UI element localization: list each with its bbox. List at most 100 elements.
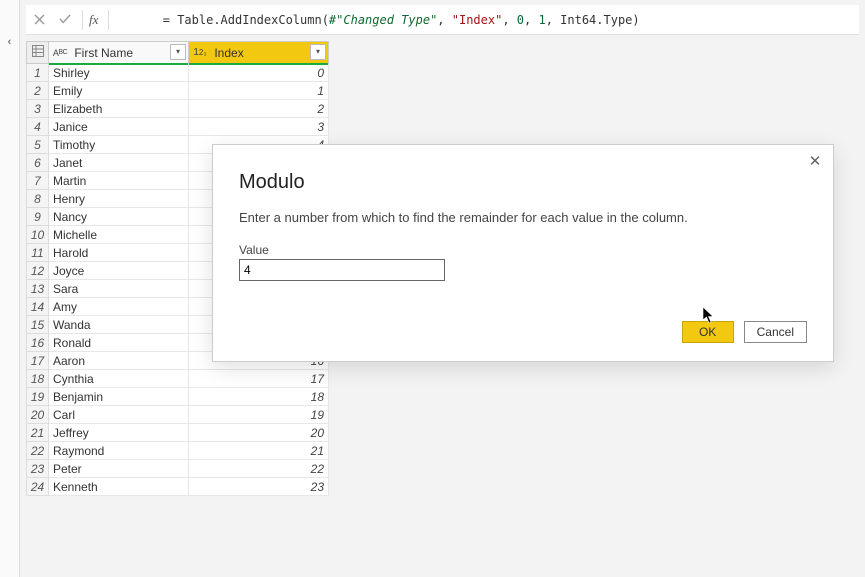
row-number[interactable]: 10 [27, 226, 49, 244]
cell-first-name[interactable]: Aaron [49, 352, 189, 370]
cell-index[interactable]: 18 [189, 388, 329, 406]
accept-formula-button[interactable] [54, 9, 76, 31]
column-header-index[interactable]: 12₃ Index ▾ [189, 42, 329, 64]
type-int-icon: 12₃ [191, 44, 209, 62]
divider [82, 10, 83, 30]
dialog-description: Enter a number from which to find the re… [239, 210, 807, 225]
table-row[interactable]: 19Benjamin18 [27, 388, 329, 406]
cell-index[interactable]: 19 [189, 406, 329, 424]
cell-first-name[interactable]: Amy [49, 298, 189, 316]
cell-first-name[interactable]: Henry [49, 190, 189, 208]
chevron-down-icon: ▾ [316, 48, 320, 56]
cell-first-name[interactable]: Ronald [49, 334, 189, 352]
row-number[interactable]: 17 [27, 352, 49, 370]
row-number[interactable]: 19 [27, 388, 49, 406]
cell-first-name[interactable]: Janice [49, 118, 189, 136]
divider [108, 10, 109, 30]
row-number[interactable]: 5 [27, 136, 49, 154]
column-name: Index [214, 46, 243, 60]
row-number[interactable]: 1 [27, 64, 49, 82]
select-all-cell[interactable] [27, 42, 49, 64]
cell-first-name[interactable]: Wanda [49, 316, 189, 334]
modulo-dialog: ✕ Modulo Enter a number from which to fi… [212, 144, 834, 362]
cell-index[interactable]: 2 [189, 100, 329, 118]
cell-first-name[interactable]: Carl [49, 406, 189, 424]
cell-index[interactable]: 0 [189, 64, 329, 82]
cancel-formula-button[interactable] [28, 9, 50, 31]
table-row[interactable]: 4Janice3 [27, 118, 329, 136]
chevron-down-icon: ▾ [176, 48, 180, 56]
cell-index[interactable]: 20 [189, 424, 329, 442]
cell-index[interactable]: 22 [189, 460, 329, 478]
table-icon [31, 44, 45, 58]
close-button[interactable]: ✕ [805, 151, 825, 171]
row-number[interactable]: 9 [27, 208, 49, 226]
cell-first-name[interactable]: Peter [49, 460, 189, 478]
column-filter-button[interactable]: ▾ [310, 44, 326, 60]
row-number[interactable]: 21 [27, 424, 49, 442]
table-row[interactable]: 3Elizabeth2 [27, 100, 329, 118]
row-number[interactable]: 23 [27, 460, 49, 478]
table-row[interactable]: 20Carl19 [27, 406, 329, 424]
cell-first-name[interactable]: Cynthia [49, 370, 189, 388]
dialog-title: Modulo [239, 171, 807, 194]
table-row[interactable]: 2Emily1 [27, 82, 329, 100]
column-quality-bar [49, 63, 188, 65]
cell-first-name[interactable]: Joyce [49, 262, 189, 280]
row-number[interactable]: 15 [27, 316, 49, 334]
cell-first-name[interactable]: Benjamin [49, 388, 189, 406]
column-filter-button[interactable]: ▾ [170, 44, 186, 60]
close-icon: ✕ [809, 152, 822, 170]
row-number[interactable]: 11 [27, 244, 49, 262]
column-header-first-name[interactable]: ABC First Name ▾ [49, 42, 189, 64]
table-row[interactable]: 23Peter22 [27, 460, 329, 478]
cell-first-name[interactable]: Janet [49, 154, 189, 172]
row-number[interactable]: 22 [27, 442, 49, 460]
row-number[interactable]: 18 [27, 370, 49, 388]
cell-first-name[interactable]: Martin [49, 172, 189, 190]
table-row[interactable]: 24Kenneth23 [27, 478, 329, 496]
table-row[interactable]: 18Cynthia17 [27, 370, 329, 388]
cell-index[interactable]: 23 [189, 478, 329, 496]
cell-first-name[interactable]: Sara [49, 280, 189, 298]
cell-index[interactable]: 1 [189, 82, 329, 100]
row-number[interactable]: 20 [27, 406, 49, 424]
formula-input[interactable]: = Table.AddIndexColumn(#"Changed Type", … [113, 0, 859, 41]
table-row[interactable]: 1Shirley0 [27, 64, 329, 82]
value-input[interactable] [239, 259, 445, 281]
cell-first-name[interactable]: Jeffrey [49, 424, 189, 442]
cell-first-name[interactable]: Michelle [49, 226, 189, 244]
row-number[interactable]: 3 [27, 100, 49, 118]
table-row[interactable]: 21Jeffrey20 [27, 424, 329, 442]
main-area: fx = Table.AddIndexColumn(#"Changed Type… [20, 0, 865, 577]
row-number[interactable]: 7 [27, 172, 49, 190]
chevron-left-icon: ‹ [8, 36, 12, 48]
fx-icon[interactable]: fx [89, 12, 98, 28]
row-number[interactable]: 13 [27, 280, 49, 298]
cell-first-name[interactable]: Timothy [49, 136, 189, 154]
row-number[interactable]: 14 [27, 298, 49, 316]
row-number[interactable]: 8 [27, 190, 49, 208]
cell-index[interactable]: 17 [189, 370, 329, 388]
ok-button[interactable]: OK [682, 321, 734, 343]
row-number[interactable]: 24 [27, 478, 49, 496]
cell-index[interactable]: 3 [189, 118, 329, 136]
cell-first-name[interactable]: Elizabeth [49, 100, 189, 118]
panel-collapse-button[interactable]: ‹ [0, 0, 20, 577]
row-number[interactable]: 12 [27, 262, 49, 280]
cell-first-name[interactable]: Raymond [49, 442, 189, 460]
row-number[interactable]: 6 [27, 154, 49, 172]
cell-first-name[interactable]: Emily [49, 82, 189, 100]
cancel-button[interactable]: Cancel [744, 321, 807, 343]
row-number[interactable]: 2 [27, 82, 49, 100]
cell-first-name[interactable]: Shirley [49, 64, 189, 82]
cell-first-name[interactable]: Kenneth [49, 478, 189, 496]
cell-first-name[interactable]: Nancy [49, 208, 189, 226]
cell-index[interactable]: 21 [189, 442, 329, 460]
table-row[interactable]: 22Raymond21 [27, 442, 329, 460]
row-number[interactable]: 16 [27, 334, 49, 352]
formula-bar: fx = Table.AddIndexColumn(#"Changed Type… [26, 5, 859, 35]
row-number[interactable]: 4 [27, 118, 49, 136]
type-text-icon: ABC [51, 44, 69, 62]
cell-first-name[interactable]: Harold [49, 244, 189, 262]
